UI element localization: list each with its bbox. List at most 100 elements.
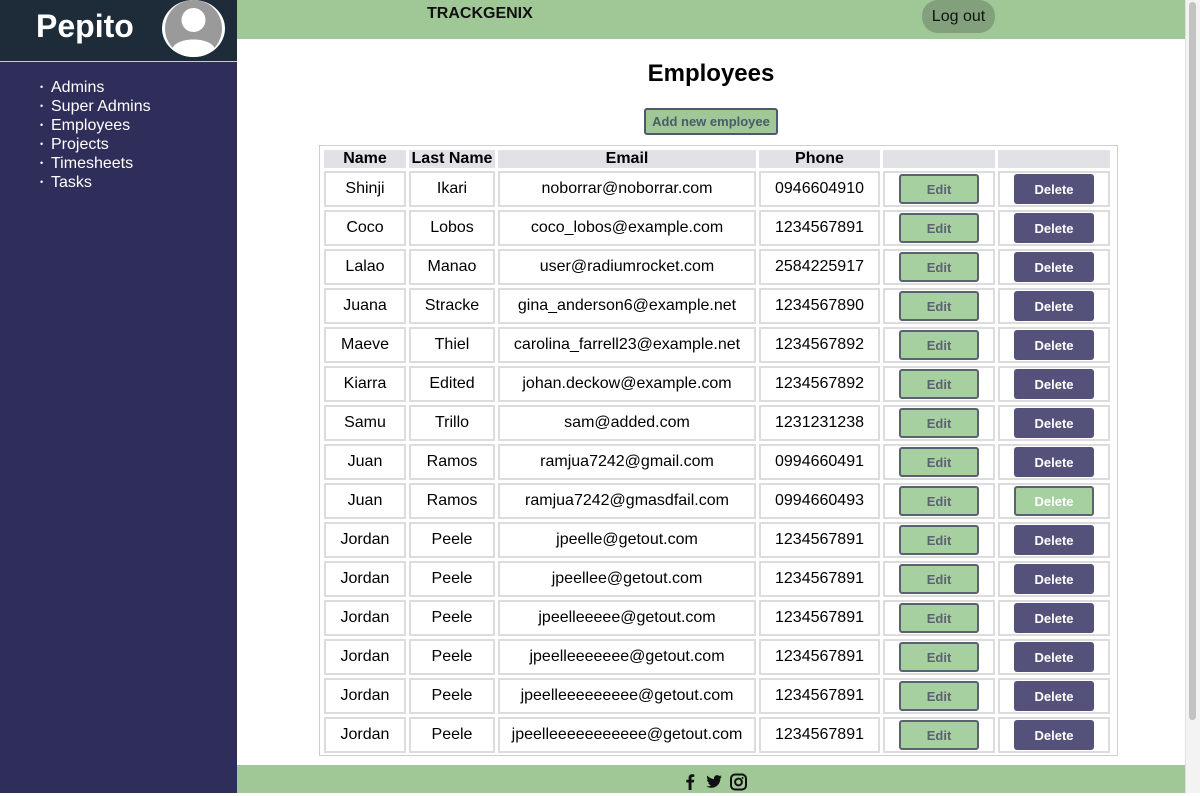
add-employee-button[interactable]: Add new employee	[644, 108, 778, 135]
edit-button[interactable]: Edit	[899, 486, 979, 516]
cell-email: jpeelleeeee@getout.com	[498, 600, 756, 636]
cell-name: Jordan	[324, 678, 406, 714]
edit-button[interactable]: Edit	[899, 525, 979, 555]
cell-name: Jordan	[324, 600, 406, 636]
cell-delete: Delete	[998, 171, 1110, 207]
cell-name: Juan	[324, 483, 406, 519]
cell-delete: Delete	[998, 678, 1110, 714]
edit-button[interactable]: Edit	[899, 330, 979, 360]
delete-button[interactable]: Delete	[1014, 408, 1094, 438]
cell-edit: Edit	[883, 327, 995, 363]
cell-edit: Edit	[883, 522, 995, 558]
cell-name: Kiarra	[324, 366, 406, 402]
edit-button[interactable]: Edit	[899, 369, 979, 399]
facebook-icon[interactable]	[680, 773, 700, 791]
edit-button[interactable]: Edit	[899, 213, 979, 243]
cell-name: Jordan	[324, 561, 406, 597]
cell-last-name: Peele	[409, 678, 495, 714]
cell-edit: Edit	[883, 717, 995, 753]
cell-delete: Delete	[998, 561, 1110, 597]
cell-phone: 1231231238	[759, 405, 880, 441]
logout-button[interactable]: Log out	[922, 0, 995, 33]
delete-button[interactable]: Delete	[1014, 174, 1094, 204]
table-row: Jordan Peele jpeelleeeeeeeeeee@getout.com 1…	[324, 717, 1110, 753]
delete-button[interactable]: Delete	[1014, 564, 1094, 594]
delete-button[interactable]: Delete	[1014, 486, 1094, 516]
cell-email: user@radiumrocket.com	[498, 249, 756, 285]
cell-edit: Edit	[883, 678, 995, 714]
sidebar-item-admins[interactable]: Admins	[40, 78, 151, 97]
table-row: Shinji Ikari noborrar@noborrar.com 09466049…	[324, 171, 1110, 207]
edit-button[interactable]: Edit	[899, 720, 979, 750]
table-row: Coco Lobos coco_lobos@example.com 123456789…	[324, 210, 1110, 246]
edit-button[interactable]: Edit	[899, 174, 979, 204]
table-row: Jordan Peele jpeelleeeee@getout.com 1234567…	[324, 600, 1110, 636]
cell-last-name: Peele	[409, 600, 495, 636]
cell-delete: Delete	[998, 288, 1110, 324]
delete-button[interactable]: Delete	[1014, 603, 1094, 633]
instagram-icon[interactable]	[728, 773, 748, 791]
delete-button[interactable]: Delete	[1014, 252, 1094, 282]
sidebar: Pepito Admins Super Admins Employees Pro…	[0, 0, 237, 793]
cell-delete: Delete	[998, 210, 1110, 246]
avatar-icon[interactable]	[162, 0, 225, 57]
cell-phone: 1234567892	[759, 327, 880, 363]
edit-button[interactable]: Edit	[899, 252, 979, 282]
column-header-email: Email	[498, 150, 756, 168]
user-name: Pepito	[36, 8, 134, 44]
brand-title: TRACKGENIX	[427, 5, 533, 22]
edit-button[interactable]: Edit	[899, 642, 979, 672]
table-row: Juana Stracke gina_anderson6@example.net 12…	[324, 288, 1110, 324]
delete-button[interactable]: Delete	[1014, 681, 1094, 711]
sidebar-item-tasks[interactable]: Tasks	[40, 173, 151, 192]
table-body: Shinji Ikari noborrar@noborrar.com 09466049…	[324, 171, 1110, 753]
delete-button[interactable]: Delete	[1014, 213, 1094, 243]
delete-button[interactable]: Delete	[1014, 525, 1094, 555]
cell-edit: Edit	[883, 483, 995, 519]
delete-button[interactable]: Delete	[1014, 720, 1094, 750]
cell-phone: 1234567891	[759, 678, 880, 714]
cell-last-name: Ramos	[409, 483, 495, 519]
cell-name: Coco	[324, 210, 406, 246]
edit-button[interactable]: Edit	[899, 447, 979, 477]
table-row: Jordan Peele jpeelleeeeeee@getout.com 12345…	[324, 639, 1110, 675]
cell-phone: 1234567891	[759, 561, 880, 597]
sidebar-item-projects[interactable]: Projects	[40, 135, 151, 154]
employees-table-container: Name Last Name Email Phone Shinji Ikari no…	[319, 145, 1118, 756]
edit-button[interactable]: Edit	[899, 564, 979, 594]
column-header-phone: Phone	[759, 150, 880, 168]
delete-button[interactable]: Delete	[1014, 330, 1094, 360]
sidebar-item-timesheets[interactable]: Timesheets	[40, 154, 151, 173]
cell-edit: Edit	[883, 561, 995, 597]
cell-last-name: Edited	[409, 366, 495, 402]
column-header-last-name: Last Name	[409, 150, 495, 168]
table-row: Lalao Manao user@radiumrocket.com 258422591…	[324, 249, 1110, 285]
edit-button[interactable]: Edit	[899, 291, 979, 321]
delete-button[interactable]: Delete	[1014, 447, 1094, 477]
delete-button[interactable]: Delete	[1014, 642, 1094, 672]
sidebar-item-employees[interactable]: Employees	[40, 116, 151, 135]
cell-delete: Delete	[998, 717, 1110, 753]
cell-name: Jordan	[324, 717, 406, 753]
edit-button[interactable]: Edit	[899, 681, 979, 711]
cell-name: Shinji	[324, 171, 406, 207]
cell-name: Samu	[324, 405, 406, 441]
cell-last-name: Ikari	[409, 171, 495, 207]
edit-button[interactable]: Edit	[899, 408, 979, 438]
cell-phone: 2584225917	[759, 249, 880, 285]
cell-delete: Delete	[998, 405, 1110, 441]
delete-button[interactable]: Delete	[1014, 291, 1094, 321]
table-row: Samu Trillo sam@added.com 1231231238 Edit Del…	[324, 405, 1110, 441]
cell-name: Jordan	[324, 522, 406, 558]
scrollbar-thumb[interactable]	[1189, 2, 1196, 720]
edit-button[interactable]: Edit	[899, 603, 979, 633]
delete-button[interactable]: Delete	[1014, 369, 1094, 399]
cell-email: jpeelleeeeeeeeeee@getout.com	[498, 717, 756, 753]
table-row: Jordan Peele jpeelleeeeeeeee@getout.com 123…	[324, 678, 1110, 714]
cell-delete: Delete	[998, 366, 1110, 402]
sidebar-item-super-admins[interactable]: Super Admins	[40, 97, 151, 116]
twitter-icon[interactable]	[704, 773, 724, 791]
cell-last-name: Peele	[409, 522, 495, 558]
cell-email: jpeelleeeeeee@getout.com	[498, 639, 756, 675]
cell-email: johan.deckow@example.com	[498, 366, 756, 402]
